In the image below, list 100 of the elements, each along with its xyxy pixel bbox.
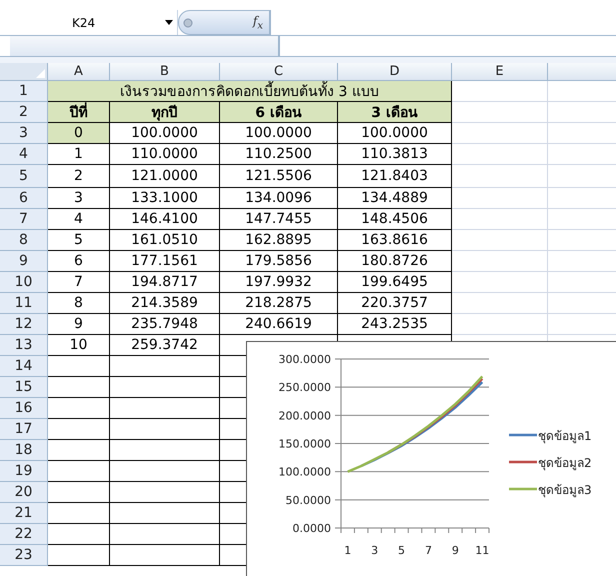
row-header[interactable]: 12 [0,314,48,335]
table-cell: 146.4100 [110,209,220,230]
row-header[interactable]: 20 [0,482,48,503]
table-cell: 197.9932 [220,272,338,293]
row-header[interactable]: 4 [0,144,48,165]
table-cell: 235.7948 [110,314,220,335]
line-chart[interactable]: 0.0000 50.0000 100.0000 150.0000 200.0000 250.0000 300.0000 1 3 5 7 9 11 ชุดข้อมูล1 ชุดข้อมูล2 ชุดข้อมูล3 [246,341,616,576]
table-cell: 7 [48,272,110,293]
axis-label: 1 [344,544,352,557]
table-cell: 133.1000 [110,188,220,209]
axis-label: 3 [371,544,378,557]
table-cell: 6 [48,251,110,272]
row-header[interactable]: 9 [0,251,48,272]
row-header[interactable]: 11 [0,293,48,314]
axis-label: 100.0000 [278,466,331,479]
legend-label: ชุดข้อมูล3 [538,483,592,498]
legend-entry: ชุดข้อมูล2 [509,456,592,470]
table-cell: 243.2535 [338,314,452,335]
table-cell: 4 [48,209,110,230]
table-cell: 148.4506 [338,209,452,230]
grip-icon[interactable] [183,18,193,28]
select-all-corner[interactable] [0,63,48,81]
axis-label: 11 [475,544,490,557]
row-header[interactable]: 2 [0,102,48,123]
table-cell: 259.3742 [110,335,220,356]
table-cell: 240.6619 [220,314,338,335]
table-cell: 100.0000 [338,123,452,144]
table-cell: 194.8717 [110,272,220,293]
axis-label: 5 [398,544,406,557]
insert-function-button[interactable]: f$_{x}$ [252,14,263,32]
column-header[interactable]: E [452,63,548,81]
table-cell: 121.0000 [110,165,220,188]
table-cell: 162.8895 [220,230,338,251]
table-cell: 110.3813 [338,144,452,165]
legend-label: ชุดข้อมูล2 [538,456,592,471]
table-cell: 110.2500 [220,144,338,165]
axis-label: 7 [424,544,432,557]
axis-label: 300.0000 [278,353,331,366]
table-cell: 110.0000 [110,144,220,165]
axis-label: 250.0000 [278,381,331,394]
table-cell: 5 [48,230,110,251]
table-cell: 100.0000 [220,123,338,144]
axis-label: 50.0000 [286,494,331,507]
table-cell: 3 [48,188,110,209]
axis-label: 200.0000 [278,409,331,422]
column-header[interactable]: B [110,63,220,81]
legend-entry: ชุดข้อมูล3 [509,483,592,497]
row-header[interactable]: 15 [0,377,48,398]
table-cell: 0 [48,123,110,144]
table-cell: 10 [48,335,110,356]
row-header[interactable]: 6 [0,188,48,209]
row-header[interactable]: 8 [0,230,48,251]
row-header[interactable]: 13 [0,335,48,356]
table-cell: 179.5856 [220,251,338,272]
table-cell: 121.8403 [338,165,452,188]
header-cell: 3 เดือน [338,102,452,123]
axis-label: 0.0000 [292,522,331,535]
row-header[interactable]: 18 [0,440,48,461]
table-cell: 134.4889 [338,188,452,209]
table-cell: 177.1561 [110,251,220,272]
dropdown-caret-icon[interactable] [165,20,173,25]
table-cell: 161.0510 [110,230,220,251]
row-header[interactable]: 17 [0,419,48,440]
table-cell: 199.6495 [338,272,452,293]
row-header[interactable]: 3 [0,123,48,144]
table-cell: 147.7455 [220,209,338,230]
header-cell: ปีที่ [48,102,110,123]
legend-label: ชุดข้อมูล1 [538,429,592,444]
table-cell: 180.8726 [338,251,452,272]
table-cell: 214.3589 [110,293,220,314]
column-header[interactable]: C [220,63,338,81]
table-cell: 100.0000 [110,123,220,144]
row-header[interactable]: 22 [0,524,48,545]
row-header[interactable]: 5 [0,165,48,188]
column-header[interactable]: A [48,63,110,81]
table-cell: 163.8616 [338,230,452,251]
row-header[interactable]: 7 [0,209,48,230]
table-cell: 220.3757 [338,293,452,314]
row-header[interactable]: 23 [0,545,48,566]
table-cell: 218.2875 [220,293,338,314]
axis-label: 150.0000 [278,438,331,450]
corner-triangle-icon [36,69,45,78]
row-header[interactable]: 1 [0,81,48,102]
cell-reference: K24 [72,16,96,30]
row-header[interactable]: 16 [0,398,48,419]
table-cell: 134.0096 [220,188,338,209]
legend-entry: ชุดข้อมูล1 [509,429,592,443]
column-header[interactable]: D [338,63,452,81]
header-cell: 6 เดือน [220,102,338,123]
table-cell: 2 [48,165,110,188]
row-header[interactable]: 21 [0,503,48,524]
axis-label: 9 [452,544,459,557]
row-header[interactable]: 19 [0,461,48,482]
title-cell: เงินรวมของการคิดดอกเบี้ยทบต้นทั้ง 3 แบบ [48,81,452,102]
table-cell: 8 [48,293,110,314]
table-cell: 121.5506 [220,165,338,188]
row-header[interactable]: 10 [0,272,48,293]
column-header[interactable] [548,63,616,81]
row-header[interactable]: 14 [0,356,48,377]
header-cell: ทุกปี [110,102,220,123]
